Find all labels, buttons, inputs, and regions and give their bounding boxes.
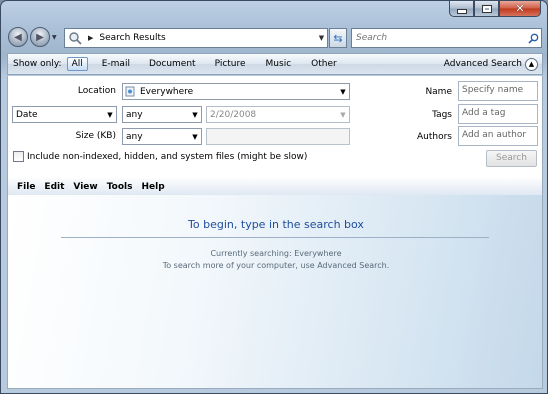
size-label: Size (KB) xyxy=(75,131,116,141)
advanced-search-label: Advanced Search xyxy=(443,59,522,69)
forward-button[interactable]: ▶ xyxy=(30,27,50,47)
date-operator-value: any xyxy=(126,109,143,120)
tags-field[interactable]: Add a tag xyxy=(458,104,538,124)
search-icon[interactable] xyxy=(525,33,541,44)
recent-pages-dropdown[interactable]: ▼ xyxy=(52,34,57,41)
results-pane: To begin, type in the search box Current… xyxy=(7,195,543,389)
navigation-bar: ◀ ▶ ▼ ▶ Search Results ▼ ⇆ xyxy=(1,25,547,51)
authors-label: Authors xyxy=(417,132,452,142)
maximize-icon xyxy=(481,4,492,13)
refresh-icon: ⇆ xyxy=(333,31,343,45)
show-only-label: Show only: xyxy=(13,59,62,69)
show-only-bar: Show only: All E-mail Document Picture M… xyxy=(7,53,543,75)
name-field[interactable]: Specify name xyxy=(458,81,538,101)
forward-arrow-icon: ▶ xyxy=(36,31,44,43)
size-value-field[interactable] xyxy=(206,128,350,145)
search-window: ✕ ◀ ▶ ▼ ▶ Search Results ▼ ⇆ Show only: … xyxy=(0,0,548,394)
tags-label: Tags xyxy=(432,110,452,120)
size-operator-value: any xyxy=(126,131,143,142)
include-nonindexed-label: Include non-indexed, hidden, and system … xyxy=(27,151,308,162)
advanced-search-hint: To search more of your computer, use Adv… xyxy=(162,261,390,270)
empty-state-heading: To begin, type in the search box xyxy=(188,218,364,231)
include-nonindexed-option[interactable]: Include non-indexed, hidden, and system … xyxy=(13,151,307,162)
address-dropdown-icon[interactable]: ▼ xyxy=(316,34,327,42)
filter-document[interactable]: Document xyxy=(147,57,198,71)
filter-all[interactable]: All xyxy=(66,57,88,71)
maximize-button[interactable] xyxy=(474,1,499,17)
close-icon: ✕ xyxy=(515,2,525,15)
date-value: 2/20/2008 xyxy=(210,109,257,120)
back-button[interactable]: ◀ xyxy=(8,27,28,47)
date-operator-select[interactable]: any ▼ xyxy=(122,106,202,123)
name-label: Name xyxy=(425,87,452,97)
menu-view[interactable]: View xyxy=(73,182,97,192)
menu-bar: File Edit View Tools Help xyxy=(7,178,543,195)
minimize-button[interactable] xyxy=(449,1,474,17)
dropdown-arrow-icon: ▼ xyxy=(192,132,198,141)
search-input[interactable] xyxy=(352,32,525,44)
filter-picture[interactable]: Picture xyxy=(213,57,248,71)
advanced-search-pane: Location Everywhere ▼ Date ▼ any ▼ 2/20/… xyxy=(7,76,543,178)
breadcrumb-separator-icon[interactable]: ▶ xyxy=(88,34,93,42)
refresh-button[interactable]: ⇆ xyxy=(329,28,347,48)
location-value: Everywhere xyxy=(140,86,194,97)
chevron-up-icon: ▲ xyxy=(525,57,538,71)
filter-email[interactable]: E-mail xyxy=(100,57,132,71)
filter-other[interactable]: Other xyxy=(309,57,339,71)
minimize-icon xyxy=(456,8,467,14)
menu-edit[interactable]: Edit xyxy=(44,182,64,192)
location-icon xyxy=(123,86,137,97)
date-field-select[interactable]: Date ▼ xyxy=(12,106,117,123)
size-operator-select[interactable]: any ▼ xyxy=(122,128,202,145)
dropdown-arrow-icon: ▼ xyxy=(192,110,198,119)
dropdown-arrow-icon: ▼ xyxy=(340,87,346,96)
search-box[interactable] xyxy=(351,28,542,48)
address-bar[interactable]: ▶ Search Results ▼ xyxy=(64,28,328,48)
date-field-value: Date xyxy=(16,109,38,120)
include-nonindexed-checkbox[interactable] xyxy=(13,151,24,162)
location-label: Location xyxy=(77,86,116,96)
current-scope-text: Currently searching: Everywhere xyxy=(210,249,342,258)
advanced-search-toggle[interactable]: Advanced Search ▲ xyxy=(443,57,538,71)
breadcrumb-current[interactable]: Search Results xyxy=(99,33,316,43)
location-select[interactable]: Everywhere ▼ xyxy=(122,83,350,100)
menu-file[interactable]: File xyxy=(17,182,35,192)
menu-tools[interactable]: Tools xyxy=(107,182,133,192)
divider xyxy=(61,237,489,238)
authors-field[interactable]: Add an author xyxy=(458,126,538,146)
filter-music[interactable]: Music xyxy=(264,57,294,71)
search-folder-icon xyxy=(65,29,85,47)
dropdown-arrow-icon: ▼ xyxy=(107,110,113,119)
close-button[interactable]: ✕ xyxy=(499,1,541,17)
date-picker[interactable]: 2/20/2008 ▼ xyxy=(206,106,350,123)
menu-help[interactable]: Help xyxy=(141,182,164,192)
search-button[interactable]: Search xyxy=(486,150,537,167)
back-arrow-icon: ◀ xyxy=(14,31,22,43)
caption-buttons: ✕ xyxy=(449,1,541,18)
dropdown-arrow-icon: ▼ xyxy=(340,110,346,119)
